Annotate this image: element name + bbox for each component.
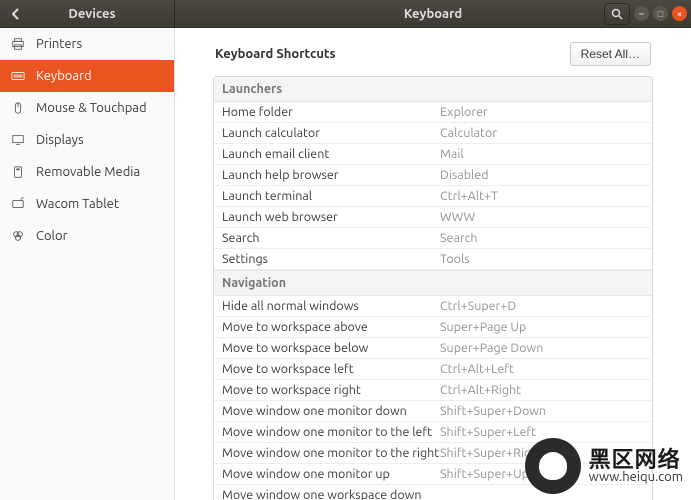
shortcut-row[interactable]: Launch web browserWWW <box>214 207 652 228</box>
shortcut-value: Ctrl+Alt+Left <box>440 362 644 376</box>
sidebar-item-displays[interactable]: Displays <box>0 124 174 156</box>
shortcut-label: Launch help browser <box>222 168 440 182</box>
shortcut-value: Ctrl+Alt+Right <box>440 383 644 397</box>
shortcut-value: Super+Page Down <box>440 341 644 355</box>
maximize-button[interactable]: □ <box>653 6 668 21</box>
shortcut-value: Search <box>440 231 644 245</box>
shortcut-row[interactable]: Launch help browserDisabled <box>214 165 652 186</box>
tablet-icon <box>10 196 26 212</box>
search-icon <box>611 8 623 20</box>
sidebar-item-label: Printers <box>36 37 82 51</box>
page-title: Keyboard Shortcuts <box>215 47 336 61</box>
shortcut-value: Super+Page Up <box>440 320 644 334</box>
shortcut-list: LaunchersHome folderExplorerLaunch calcu… <box>213 76 653 500</box>
sidebar-item-removable-media[interactable]: Removable Media <box>0 156 174 188</box>
shortcut-value: Ctrl+Alt+T <box>440 189 644 203</box>
shortcut-row[interactable]: Move to workspace rightCtrl+Alt+Right <box>214 380 652 401</box>
shortcut-row[interactable]: Move window one monitor upShift+Super+Up <box>214 464 652 485</box>
back-button[interactable] <box>0 8 32 20</box>
shortcut-value: Ctrl+Super+D <box>440 299 644 313</box>
shortcut-label: Move to workspace left <box>222 362 440 376</box>
shortcut-label: Launch calculator <box>222 126 440 140</box>
close-button[interactable]: × <box>672 6 687 21</box>
shortcut-label: Launch email client <box>222 147 440 161</box>
shortcut-row[interactable]: Move window one monitor downShift+Super+… <box>214 401 652 422</box>
shortcut-row[interactable]: Move to workspace aboveSuper+Page Up <box>214 317 652 338</box>
shortcut-value: WWW <box>440 210 644 224</box>
sidebar-item-color[interactable]: Color <box>0 220 174 252</box>
shortcut-row[interactable]: Home folderExplorer <box>214 102 652 123</box>
shortcut-label: Launch terminal <box>222 189 440 203</box>
sidebar-item-label: Displays <box>36 133 84 147</box>
sidebar-item-printers[interactable]: Printers <box>0 28 174 60</box>
shortcut-label: Home folder <box>222 105 440 119</box>
shortcut-label: Move window one monitor to the right <box>222 446 440 460</box>
shortcut-row[interactable]: Move to workspace belowSuper+Page Down <box>214 338 652 359</box>
sidebar-item-label: Keyboard <box>36 69 92 83</box>
shortcut-row[interactable]: Move to workspace leftCtrl+Alt+Left <box>214 359 652 380</box>
color-icon <box>10 228 26 244</box>
section-header: Navigation <box>214 270 652 296</box>
sidebar-item-label: Removable Media <box>36 165 140 179</box>
shortcut-value: Explorer <box>440 105 644 119</box>
printer-icon <box>10 36 26 52</box>
minimize-button[interactable]: – <box>634 6 649 21</box>
sidebar-item-keyboard[interactable]: Keyboard <box>0 60 174 92</box>
shortcut-row[interactable]: Move window one monitor to the rightShif… <box>214 443 652 464</box>
shortcut-row[interactable]: Launch calculatorCalculator <box>214 123 652 144</box>
keyboard-icon <box>10 68 26 84</box>
shortcut-label: Hide all normal windows <box>222 299 440 313</box>
shortcut-row[interactable]: Hide all normal windowsCtrl+Super+D <box>214 296 652 317</box>
shortcut-row[interactable]: SearchSearch <box>214 228 652 249</box>
shortcut-label: Move to workspace below <box>222 341 440 355</box>
titlebar: Devices Keyboard – □ × <box>0 0 691 28</box>
sidebar-item-wacom-tablet[interactable]: Wacom Tablet <box>0 188 174 220</box>
sidebar: Printers Keyboard Mouse & Touchpad Displays… <box>0 28 175 500</box>
shortcut-value: Shift+Super+Down <box>440 404 644 418</box>
shortcut-label: Move window one monitor down <box>222 404 440 418</box>
sidebar-item-label: Mouse & Touchpad <box>36 101 147 115</box>
shortcut-value: Calculator <box>440 126 644 140</box>
main-panel: Keyboard Shortcuts Reset All… LaunchersH… <box>175 28 691 500</box>
shortcut-value: Shift+Super+Right <box>440 446 644 460</box>
shortcut-label: Move window one monitor to the left <box>222 425 440 439</box>
display-icon <box>10 132 26 148</box>
search-button[interactable] <box>604 3 630 25</box>
shortcut-value: Disabled <box>440 168 644 182</box>
media-icon <box>10 164 26 180</box>
shortcut-value: Shift+Super+Up <box>440 467 644 481</box>
sidebar-item-label: Color <box>36 229 68 243</box>
sidebar-item-label: Wacom Tablet <box>36 197 119 211</box>
shortcut-value: Shift+Super+Left <box>440 425 644 439</box>
shortcut-label: Search <box>222 231 440 245</box>
shortcut-label: Move window one monitor up <box>222 467 440 481</box>
left-panel-title: Devices <box>32 7 174 21</box>
shortcut-row[interactable]: Launch terminalCtrl+Alt+T <box>214 186 652 207</box>
shortcut-label: Settings <box>222 252 440 266</box>
chevron-left-icon <box>10 8 22 20</box>
shortcut-label: Launch web browser <box>222 210 440 224</box>
shortcut-row[interactable]: SettingsTools <box>214 249 652 270</box>
shortcut-label: Move to workspace above <box>222 320 440 334</box>
window-title: Keyboard <box>404 7 462 21</box>
shortcut-value: Tools <box>440 252 644 266</box>
shortcut-row[interactable]: Move window one workspace down <box>214 485 652 500</box>
shortcut-row[interactable]: Launch email clientMail <box>214 144 652 165</box>
sidebar-item-mouse-touchpad[interactable]: Mouse & Touchpad <box>0 92 174 124</box>
reset-all-button[interactable]: Reset All… <box>570 42 651 66</box>
shortcut-row[interactable]: Move window one monitor to the leftShift… <box>214 422 652 443</box>
shortcut-label: Move to workspace right <box>222 383 440 397</box>
section-header: Launchers <box>214 77 652 102</box>
shortcut-label: Move window one workspace down <box>222 488 440 500</box>
mouse-icon <box>10 100 26 116</box>
shortcut-value: Mail <box>440 147 644 161</box>
